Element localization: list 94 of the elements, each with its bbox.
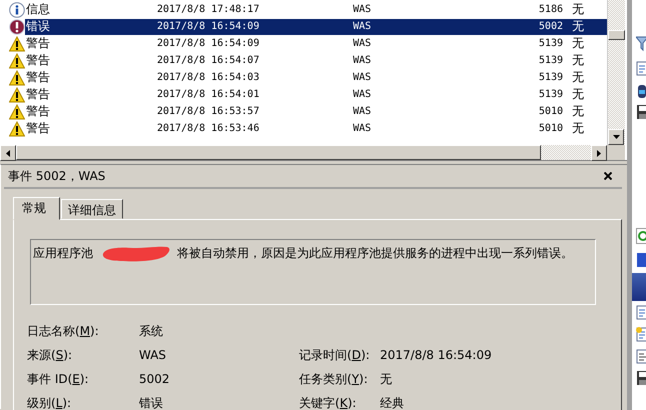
event-id-cell-text: 5139 — [538, 89, 563, 100]
date-cell-text: 2017/8/8 16:54:09 — [157, 38, 260, 49]
task-category-cell-text: 无 — [571, 35, 584, 52]
warning-icon — [9, 86, 25, 102]
date-cell-text: 2017/8/8 17:48:17 — [157, 4, 260, 15]
source-cell-text: WAS — [353, 72, 372, 83]
warning-icon — [9, 52, 25, 68]
level-cell-text: 警告 — [25, 35, 51, 52]
close-icon[interactable] — [604, 172, 612, 180]
source-cell-text: WAS — [353, 123, 372, 134]
event-row[interactable]: 警告 2017/8/8 16:54:03 WAS 5139 无 — [25, 70, 607, 86]
event-id-cell-text: 5139 — [538, 55, 563, 66]
field-value: 无 — [380, 371, 393, 388]
task-category-cell-text: 无 — [571, 1, 584, 18]
properties-icon[interactable] — [636, 305, 646, 321]
event-id-cell-text: 5139 — [538, 38, 563, 49]
scroll-thumb[interactable] — [608, 30, 625, 40]
source-cell-text: WAS — [353, 55, 372, 66]
level-cell-text: 信息 — [25, 1, 51, 18]
level-cell-text: 警告 — [25, 103, 51, 120]
message-text: 应用程序池 — [33, 245, 93, 262]
field-value: 经典 — [380, 395, 405, 410]
source-cell-text: WAS — [353, 106, 372, 117]
event-row[interactable]: 错误 2017/8/8 16:54:09 WAS 5002 无 — [25, 18, 607, 34]
refresh-icon[interactable] — [636, 228, 646, 244]
event-row[interactable]: 警告 2017/8/8 16:53:57 WAS 5010 无 — [25, 104, 607, 120]
event-id-cell-text: 5010 — [538, 106, 563, 117]
date-cell-text: 2017/8/8 16:54:07 — [157, 55, 260, 66]
error-icon — [9, 18, 25, 34]
down-arrow-icon — [612, 135, 620, 139]
tab[interactable]: 详细信息 — [61, 199, 123, 219]
source-cell-text: WAS — [353, 89, 372, 100]
field-label: 日志名称(M): — [27, 323, 100, 340]
document-icon[interactable] — [636, 349, 646, 365]
warning-icon — [9, 70, 25, 86]
save-icon[interactable] — [636, 104, 646, 120]
warning-icon — [9, 120, 25, 136]
level-cell-text: 警告 — [25, 86, 51, 103]
field-label: 来源(S): — [27, 347, 74, 364]
event-id-cell-text: 5002 — [538, 21, 563, 32]
task-category-cell-text: 无 — [571, 86, 584, 103]
vertical-scrollbar[interactable] — [607, 0, 625, 145]
right-arrow-icon — [597, 150, 601, 156]
field-value: 系统 — [139, 323, 164, 340]
task-category-cell-text: 无 — [571, 69, 584, 86]
star-document-icon[interactable] — [636, 327, 646, 343]
cylinder-icon[interactable] — [636, 83, 646, 99]
field-value: 错误 — [139, 395, 164, 410]
scroll-down-button[interactable] — [608, 129, 624, 145]
task-category-cell-text: 无 — [571, 120, 584, 137]
event-id-cell-text: 5010 — [538, 123, 563, 134]
task-category-cell-text: 无 — [571, 52, 584, 69]
event-row[interactable]: 警告 2017/8/8 16:54:09 WAS 5139 无 — [25, 36, 607, 52]
event-id-cell-text: 5139 — [538, 72, 563, 83]
task-category-cell-text: 无 — [571, 103, 584, 120]
field-value: 2017/8/8 16:54:09 — [380, 347, 493, 364]
message-text: 将被自动禁用，原因是为此应用程序池提供服务的进程中出现一系列错误。 — [177, 245, 573, 262]
filter-icon[interactable] — [636, 36, 646, 52]
window-icon[interactable] — [636, 252, 646, 268]
date-cell-text: 2017/8/8 16:54:03 — [157, 72, 260, 83]
save-icon[interactable] — [636, 370, 646, 386]
event-id-cell-text: 5186 — [538, 4, 563, 15]
scrollbar-corner — [607, 145, 625, 160]
level-cell-text: 警告 — [25, 52, 51, 69]
level-cell-text: 警告 — [25, 120, 51, 137]
date-cell-text: 2017/8/8 16:54:09 — [157, 21, 260, 32]
date-cell-text: 2017/8/8 16:53:46 — [157, 123, 260, 134]
source-cell-text: WAS — [353, 4, 372, 15]
event-row[interactable]: 信息 2017/8/8 17:48:17 WAS 5186 无 — [25, 2, 607, 18]
source-cell-text: WAS — [353, 38, 372, 49]
task-category-cell-text: 无 — [571, 18, 584, 35]
event-row[interactable]: 警告 2017/8/8 16:54:01 WAS 5139 无 — [25, 86, 607, 102]
tab[interactable]: 常规 — [13, 197, 60, 220]
event-row[interactable]: 警告 2017/8/8 16:53:46 WAS 5010 无 — [25, 120, 607, 136]
date-cell-text: 2017/8/8 16:54:01 — [157, 89, 260, 100]
left-arrow-icon — [6, 150, 10, 156]
field-label: 关键字(K): — [299, 395, 358, 410]
properties-icon[interactable] — [636, 61, 646, 77]
date-cell-text: 2017/8/8 16:53:57 — [157, 106, 260, 117]
event-row[interactable]: 警告 2017/8/8 16:54:07 WAS 5139 无 — [25, 52, 607, 68]
warning-icon — [9, 36, 25, 52]
level-cell-text: 警告 — [25, 69, 51, 86]
field-value: 5002 — [139, 371, 171, 388]
scroll-left-button[interactable] — [0, 145, 16, 161]
scroll-right-button[interactable] — [591, 145, 607, 161]
field-label: 事件 ID(E): — [27, 371, 90, 388]
source-cell-text: WAS — [353, 21, 372, 32]
field-value: WAS — [139, 347, 168, 364]
level-cell-text: 错误 — [25, 18, 51, 35]
warning-icon — [9, 104, 25, 120]
field-label: 级别(L): — [27, 395, 72, 410]
field-label: 任务类别(Y): — [299, 371, 369, 388]
field-label: 记录时间(D): — [299, 347, 371, 364]
event-title: 事件 5002，WAS — [8, 168, 106, 184]
